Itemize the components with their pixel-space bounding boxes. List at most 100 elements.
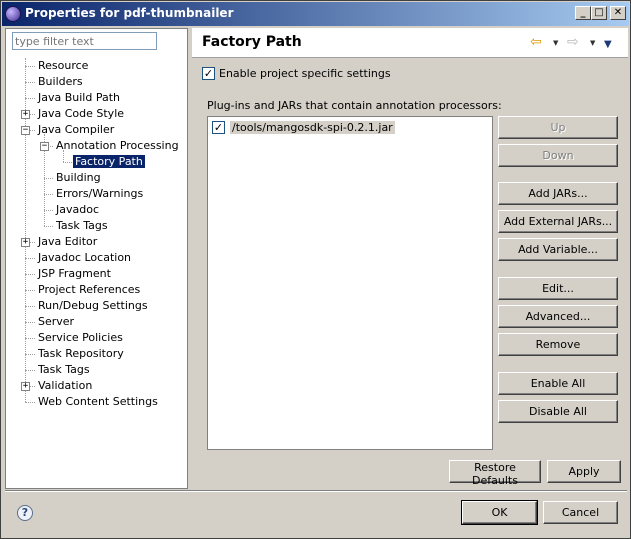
tree-item-label: Java Code Style — [38, 107, 125, 120]
tree-item-label: Task Repository — [38, 347, 124, 360]
back-arrow-icon[interactable]: ⇦ — [530, 35, 542, 49]
tree-item-label: Validation — [38, 379, 93, 392]
bottom-separator — [5, 490, 627, 492]
expand-icon[interactable]: + — [21, 382, 30, 391]
tree-item[interactable]: Service Policies — [36, 330, 125, 346]
tree-item-label: Task Tags — [56, 219, 108, 232]
enable-all-button[interactable]: Enable All — [498, 372, 618, 395]
collapse-icon[interactable]: − — [40, 142, 49, 151]
tree-connector — [25, 82, 35, 83]
tree-item[interactable]: Factory Path — [73, 154, 145, 170]
tree-connector — [25, 306, 35, 307]
tree-item[interactable]: Javadoc Location — [36, 250, 133, 266]
tree-connector — [44, 178, 53, 179]
edit-button[interactable]: Edit... — [498, 277, 618, 300]
down-button[interactable]: Down — [498, 144, 618, 167]
tree-item-label: Javadoc Location — [38, 251, 132, 264]
tree-connector — [44, 194, 53, 195]
tree-item[interactable]: Javadoc — [54, 202, 101, 218]
tree-item[interactable]: Java Build Path — [36, 90, 122, 106]
add-jars-button[interactable]: Add JARs... — [498, 182, 618, 205]
cancel-button[interactable]: Cancel — [543, 501, 618, 524]
page-title: Factory Path — [202, 34, 302, 50]
tree-item-label: Javadoc — [56, 203, 99, 216]
tree-item-label: Web Content Settings — [38, 395, 158, 408]
properties-dialog: Properties for pdf-thumbnailer _ □ ✕ Res… — [0, 0, 631, 539]
tree-item[interactable]: Java Code Style — [36, 106, 126, 122]
apply-button[interactable]: Apply — [547, 460, 621, 483]
tree-connector — [25, 354, 35, 355]
back-dropdown-icon[interactable]: ▼ — [553, 39, 558, 47]
tree-item-label: Service Policies — [38, 331, 123, 344]
tree-item-label: Task Tags — [38, 363, 90, 376]
minimize-button[interactable]: _ — [575, 6, 591, 20]
tree-connector — [25, 98, 35, 99]
tree-item[interactable]: Project References — [36, 282, 142, 298]
up-button[interactable]: Up — [498, 116, 618, 139]
collapse-icon[interactable]: − — [21, 126, 30, 135]
tree-item[interactable]: Task Tags — [54, 218, 110, 234]
enable-specific-settings-label: Enable project specific settings — [219, 67, 391, 80]
view-menu-icon[interactable]: ▼ — [604, 38, 612, 52]
tree-item-label: Building — [56, 171, 101, 184]
remove-button[interactable]: Remove — [498, 333, 618, 356]
enable-specific-settings-checkbox[interactable]: ✓ — [202, 67, 215, 80]
tree-item-label: Run/Debug Settings — [38, 299, 148, 312]
tree-item-label: Builders — [38, 75, 83, 88]
tree-item[interactable]: Web Content Settings — [36, 394, 160, 410]
tree-item[interactable]: Resource — [36, 58, 90, 74]
add-external-jars-button[interactable]: Add External JARs... — [498, 210, 618, 233]
page-header: Factory Path ⇦ ▼ ⇨ ▼ ▼ — [192, 28, 628, 58]
property-page: Factory Path ⇦ ▼ ⇨ ▼ ▼ ✓ Enable project … — [192, 28, 628, 489]
help-icon[interactable]: ? — [17, 505, 33, 521]
tree-connector — [44, 226, 53, 227]
advanced-button[interactable]: Advanced... — [498, 305, 618, 328]
tree-item-label: Java Editor — [38, 235, 98, 248]
tree-item-label: JSP Fragment — [38, 267, 111, 280]
title-bar[interactable]: Properties for pdf-thumbnailer _ □ ✕ — [2, 2, 629, 26]
tree-item[interactable]: Server — [36, 314, 76, 330]
tree-item-label: Annotation Processing — [56, 139, 179, 152]
tree-item[interactable]: JSP Fragment — [36, 266, 113, 282]
eclipse-icon — [5, 6, 21, 22]
tree-item[interactable]: Validation — [36, 378, 94, 394]
tree-item[interactable]: Java Compiler — [36, 122, 116, 138]
tree-item[interactable]: Builders — [36, 74, 85, 90]
tree-connector — [25, 274, 35, 275]
tree-connector — [25, 258, 35, 259]
restore-defaults-button[interactable]: Restore Defaults — [449, 460, 541, 487]
jar-list-label: Plug-ins and JARs that contain annotatio… — [207, 99, 502, 112]
tree-connector — [44, 210, 53, 211]
tree-item[interactable]: Task Tags — [36, 362, 92, 378]
tree-item[interactable]: Building — [54, 170, 103, 186]
tree-item-label: Errors/Warnings — [56, 187, 144, 200]
tree-item[interactable]: Annotation Processing — [54, 138, 181, 154]
expand-icon[interactable]: + — [21, 238, 30, 247]
tree-item-label: Resource — [38, 59, 89, 72]
add-variable-button[interactable]: Add Variable... — [498, 238, 618, 261]
tree-item-label: Java Build Path — [38, 91, 121, 104]
tree-item-label: Factory Path — [73, 155, 145, 168]
tree-item[interactable]: Errors/Warnings — [54, 186, 145, 202]
tree-connector — [25, 322, 35, 323]
jar-list[interactable]: ✓ /tools/mangosdk-spi-0.2.1.jar — [207, 116, 493, 450]
forward-arrow-icon[interactable]: ⇨ — [567, 35, 579, 49]
tree-item[interactable]: Java Editor — [36, 234, 99, 250]
tree-connector — [25, 402, 35, 403]
tree-item[interactable]: Task Repository — [36, 346, 126, 362]
forward-dropdown-icon[interactable]: ▼ — [590, 39, 595, 47]
tree-connector — [25, 370, 35, 371]
ok-button[interactable]: OK — [461, 500, 538, 525]
maximize-button[interactable]: □ — [591, 6, 607, 20]
tree-item-label: Server — [38, 315, 75, 328]
tree-item[interactable]: Run/Debug Settings — [36, 298, 150, 314]
tree-connector — [25, 338, 35, 339]
close-button[interactable]: ✕ — [610, 6, 626, 20]
tree-connector — [25, 66, 35, 67]
disable-all-button[interactable]: Disable All — [498, 400, 618, 423]
jar-enabled-checkbox[interactable]: ✓ — [212, 121, 225, 134]
filter-input[interactable] — [12, 32, 157, 50]
expand-icon[interactable]: + — [21, 110, 30, 119]
tree-connector — [63, 162, 72, 163]
tree-item-label: Java Compiler — [38, 123, 115, 136]
